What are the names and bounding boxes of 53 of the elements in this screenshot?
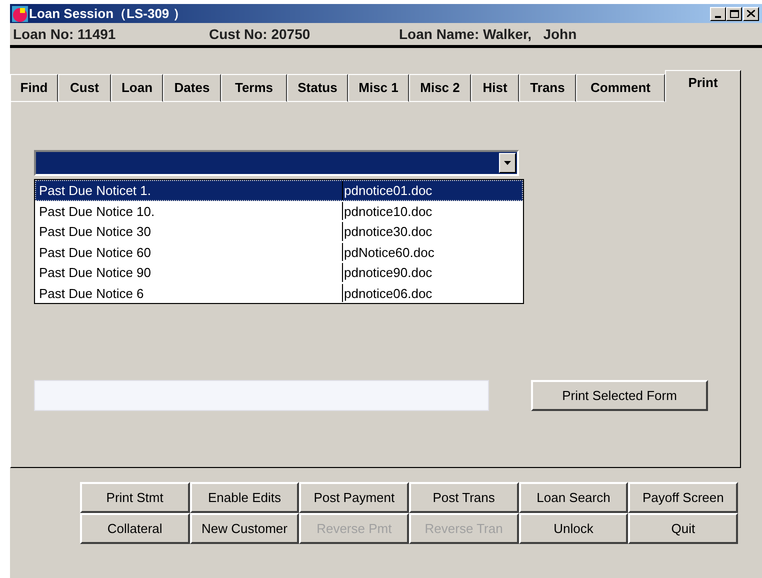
form-list-row[interactable]: Past Due Notice 30 pdnotice30.doc: [35, 221, 523, 242]
tab[interactable]: Misc 2: [409, 74, 471, 102]
tab[interactable]: Terms: [221, 74, 287, 102]
tab[interactable]: Loan: [111, 74, 163, 102]
form-file-cell-text: pdnotice30.doc: [343, 223, 432, 240]
loan-info-field: Loan No: 11491: [13, 24, 209, 44]
action-button[interactable]: Post Trans: [408, 482, 519, 513]
tab[interactable]: Dates: [163, 74, 221, 102]
window-title: Loan Session（LS-309 ）: [29, 4, 186, 23]
form-list-row[interactable]: Past Due Notice 60 pdNotice60.doc: [35, 242, 523, 262]
form-file-cell-text: pdnotice90.doc: [343, 264, 432, 282]
tab[interactable]: Status: [287, 74, 348, 102]
tab[interactable]: Comment: [576, 74, 665, 102]
form-list-row[interactable]: Past Due Notice 90 pdnotice90.doc: [35, 262, 523, 282]
tab[interactable]: Hist: [471, 74, 519, 102]
action-button[interactable]: New Customer: [190, 513, 300, 544]
form-name-cell: Past Due Noticet 1.: [36, 181, 343, 200]
form-name-cell: Past Due Notice 30: [36, 222, 343, 240]
action-button[interactable]: Post Payment: [299, 482, 409, 513]
action-button[interactable]: Collateral: [80, 513, 190, 544]
form-name-cell: Past Due Notice 90: [36, 263, 343, 282]
loan-info-field: Loan Name: Walker, John: [399, 24, 699, 44]
app-logo-icon: [12, 6, 28, 22]
maximize-button[interactable]: [726, 6, 742, 20]
caret-icon: [504, 161, 511, 165]
print-selected-form-button[interactable]: Print Selected Form: [531, 380, 708, 411]
action-button[interactable]: Quit: [628, 513, 738, 544]
loan-info-field: Cust No: 20750: [209, 24, 399, 44]
form-file-cell-text: pdnotice01.doc: [343, 182, 432, 200]
form-dropdown[interactable]: [34, 150, 519, 176]
status-field[interactable]: [34, 380, 489, 411]
tab[interactable]: Misc 1: [348, 74, 409, 102]
tab[interactable]: Trans: [519, 74, 576, 102]
action-button[interactable]: Unlock: [518, 513, 628, 544]
tab[interactable]: Print: [665, 70, 741, 102]
minimize-button[interactable]: [710, 6, 726, 20]
action-button[interactable]: Payoff Screen: [628, 482, 738, 513]
action-button[interactable]: Print Stmt: [80, 482, 190, 513]
tab[interactable]: Find: [10, 74, 58, 102]
form-file-cell-text: pdnotice10.doc: [343, 202, 432, 220]
tab[interactable]: Cust: [58, 74, 111, 102]
form-name-cell: Past Due Notice 10.: [36, 202, 343, 220]
form-name-cell: Past Due Notice 60: [36, 242, 343, 261]
form-file-cell-text: pdNotice60.doc: [343, 244, 434, 261]
form-list-row[interactable]: Past Due Notice 6 pdnotice06.doc: [35, 282, 523, 303]
form-list-row[interactable]: Past Due Notice 10. pdnotice10.doc: [35, 200, 523, 221]
action-button[interactable]: Loan Search: [518, 482, 628, 513]
action-button[interactable]: Enable Edits: [190, 482, 300, 513]
form-name-cell: Past Due Notice 6: [36, 284, 343, 302]
close-button[interactable]: [743, 6, 759, 20]
form-list-row[interactable]: Past Due Noticet 1. pdnotice01.doc: [35, 180, 523, 200]
close-icon: [747, 10, 755, 17]
form-file-cell-text: pdnotice06.doc: [343, 284, 432, 302]
